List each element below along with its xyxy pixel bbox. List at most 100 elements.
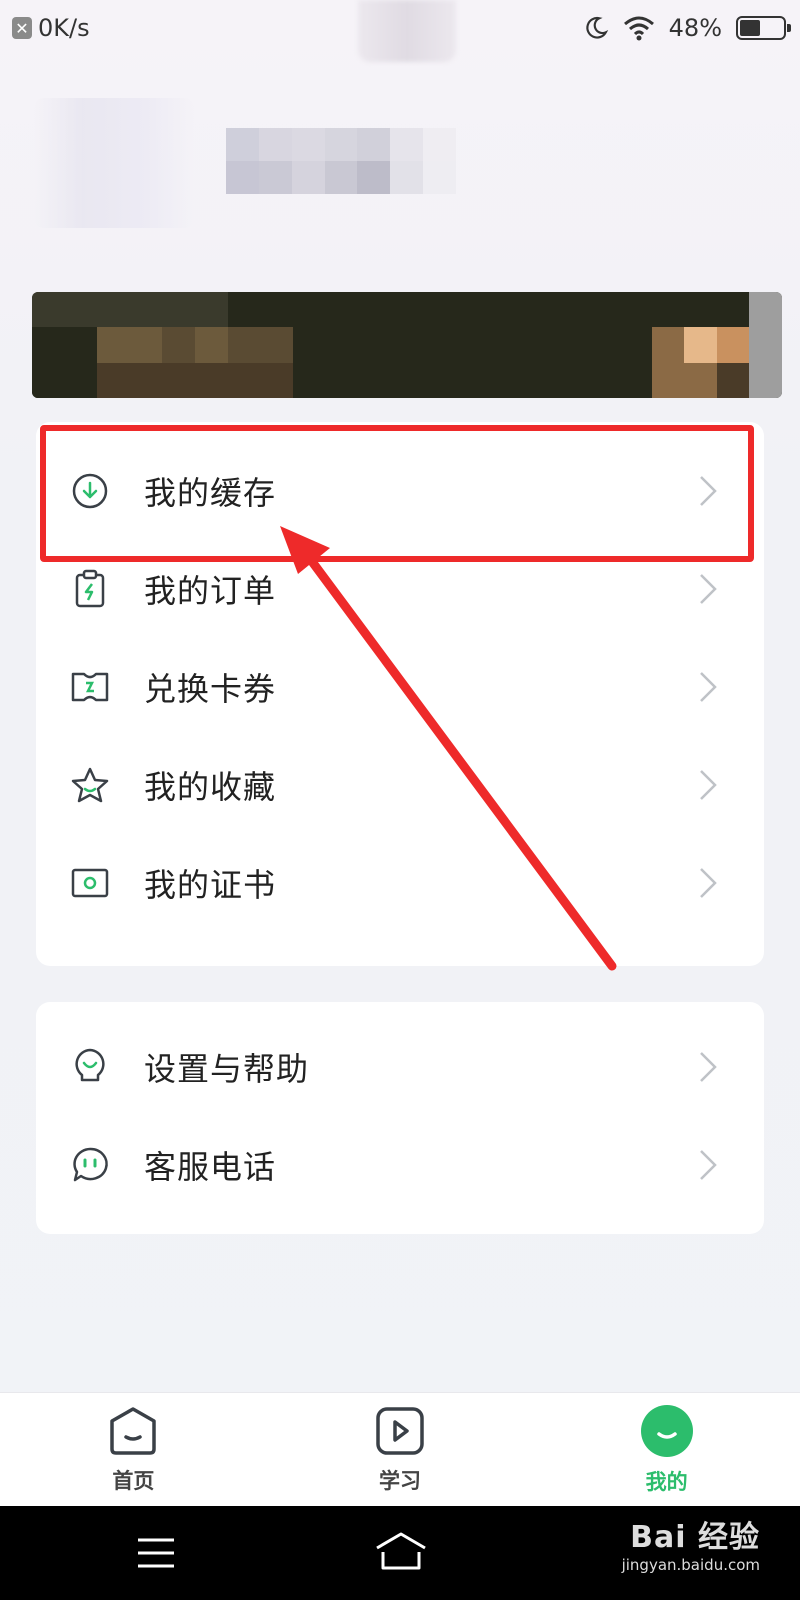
banner-pixel bbox=[260, 292, 293, 328]
banner-pixel bbox=[292, 292, 326, 328]
menu-icon[interactable] bbox=[136, 1536, 176, 1570]
banner-pixel bbox=[651, 327, 685, 363]
banner-pixel bbox=[553, 292, 587, 328]
watermark: Bai 经验 jingyan.baidu.com bbox=[622, 1520, 760, 1574]
chat-bubble-icon bbox=[70, 1145, 110, 1185]
banner-pixel bbox=[488, 327, 522, 363]
banner-pixel bbox=[64, 327, 98, 363]
menu-item-settings-help[interactable]: 设置与帮助 bbox=[36, 1018, 764, 1116]
menu-item-my-orders[interactable]: 我的订单 bbox=[36, 540, 764, 638]
banner-pixel bbox=[553, 327, 587, 363]
banner-pixel bbox=[195, 292, 228, 328]
status-right: 48% bbox=[583, 14, 791, 42]
home-button-icon[interactable] bbox=[374, 1530, 428, 1572]
banner-pixel bbox=[64, 292, 98, 328]
banner-pixel bbox=[325, 292, 359, 328]
banner-pixel bbox=[521, 292, 554, 328]
banner-pixel bbox=[292, 362, 326, 398]
banner-pixel bbox=[455, 292, 489, 328]
redacted-status-area bbox=[358, 0, 456, 62]
certificate-icon bbox=[70, 863, 110, 903]
banner-pixel bbox=[684, 292, 717, 328]
notification-close-icon: ✕ bbox=[12, 17, 32, 39]
menu-card-primary: 我的缓存 我的订单 兑换卡券 我的收藏 我的证书 bbox=[36, 422, 764, 966]
banner-pixel bbox=[651, 292, 685, 328]
banner-pixel bbox=[325, 362, 359, 398]
banner-pixel bbox=[97, 362, 130, 398]
banner-pixel bbox=[553, 362, 587, 398]
banner-pixel bbox=[488, 292, 522, 328]
banner-pixel bbox=[32, 362, 65, 398]
banner-pixel bbox=[260, 327, 293, 363]
banner-pixel bbox=[358, 362, 391, 398]
banner-pixel bbox=[97, 327, 130, 363]
menu-card-secondary: 设置与帮助 客服电话 bbox=[36, 1002, 764, 1234]
bulb-icon bbox=[70, 1047, 110, 1087]
banner-pixel bbox=[423, 362, 456, 398]
chevron-right-icon bbox=[700, 476, 717, 506]
banner-pixel bbox=[455, 362, 489, 398]
ticket-icon bbox=[70, 667, 110, 707]
banner-pixel bbox=[521, 362, 554, 398]
chevron-right-icon bbox=[700, 672, 717, 702]
banner-pixel bbox=[64, 362, 98, 398]
banner-pixel bbox=[749, 327, 782, 363]
banner-pixel bbox=[684, 362, 717, 398]
banner-pixel bbox=[227, 292, 261, 328]
nav-tab-mine[interactable]: 我的 bbox=[567, 1404, 767, 1496]
nav-tab-home[interactable]: 首页 bbox=[33, 1405, 233, 1495]
banner-pixel bbox=[195, 327, 228, 363]
banner-pixel bbox=[260, 362, 293, 398]
banner-pixel bbox=[390, 362, 424, 398]
nav-tab-study[interactable]: 学习 bbox=[300, 1405, 500, 1495]
banner-pixel bbox=[716, 362, 750, 398]
banner-pixel bbox=[390, 292, 424, 328]
banner-pixel bbox=[162, 292, 196, 328]
user-name-redacted[interactable] bbox=[226, 128, 456, 194]
banner-pixel bbox=[358, 292, 391, 328]
star-icon bbox=[70, 765, 110, 805]
banner-pixel bbox=[618, 362, 652, 398]
status-left: ✕ 0K/s bbox=[12, 14, 90, 42]
banner-pixel bbox=[651, 362, 685, 398]
banner-pixel bbox=[227, 362, 261, 398]
banner-pixel bbox=[684, 327, 717, 363]
banner-pixel bbox=[292, 327, 326, 363]
banner-pixel bbox=[423, 327, 456, 363]
battery-level bbox=[740, 20, 761, 36]
user-avatar-redacted[interactable] bbox=[34, 98, 194, 228]
nav-label: 我的 bbox=[645, 1469, 688, 1494]
chevron-right-icon bbox=[700, 1052, 717, 1082]
menu-label: 我的证书 bbox=[144, 866, 277, 904]
moon-icon bbox=[585, 16, 608, 39]
banner-pixel bbox=[618, 292, 652, 328]
watermark-sub: jingyan.baidu.com bbox=[621, 1556, 760, 1574]
profile-smile-icon bbox=[640, 1404, 693, 1457]
banner-pixel bbox=[195, 362, 228, 398]
menu-label: 我的缓存 bbox=[144, 474, 277, 512]
chevron-right-icon bbox=[700, 770, 717, 800]
banner-pixel bbox=[32, 292, 65, 328]
banner-pixel bbox=[390, 327, 424, 363]
home-icon bbox=[110, 1406, 157, 1455]
promo-banner-redacted[interactable] bbox=[32, 292, 782, 398]
menu-label: 客服电话 bbox=[144, 1148, 277, 1186]
menu-item-my-certificates[interactable]: 我的证书 bbox=[36, 834, 764, 932]
nav-label: 首页 bbox=[112, 1468, 155, 1493]
banner-pixel bbox=[227, 327, 261, 363]
menu-label: 我的订单 bbox=[144, 572, 277, 610]
menu-item-redeem-coupons[interactable]: 兑换卡券 bbox=[36, 638, 764, 736]
menu-item-my-cache[interactable]: 我的缓存 bbox=[36, 442, 764, 540]
menu-label: 设置与帮助 bbox=[144, 1050, 310, 1088]
banner-pixel bbox=[423, 292, 456, 328]
banner-pixel bbox=[716, 327, 750, 363]
banner-pixel bbox=[586, 362, 619, 398]
banner-pixel bbox=[455, 327, 489, 363]
banner-pixel bbox=[749, 292, 782, 328]
banner-pixel bbox=[521, 327, 554, 363]
banner-pixel bbox=[716, 292, 750, 328]
download-circle-icon bbox=[70, 471, 110, 511]
menu-item-my-favorites[interactable]: 我的收藏 bbox=[36, 736, 764, 834]
battery-percent: 48% bbox=[668, 14, 722, 42]
menu-item-customer-service[interactable]: 客服电话 bbox=[36, 1116, 764, 1214]
